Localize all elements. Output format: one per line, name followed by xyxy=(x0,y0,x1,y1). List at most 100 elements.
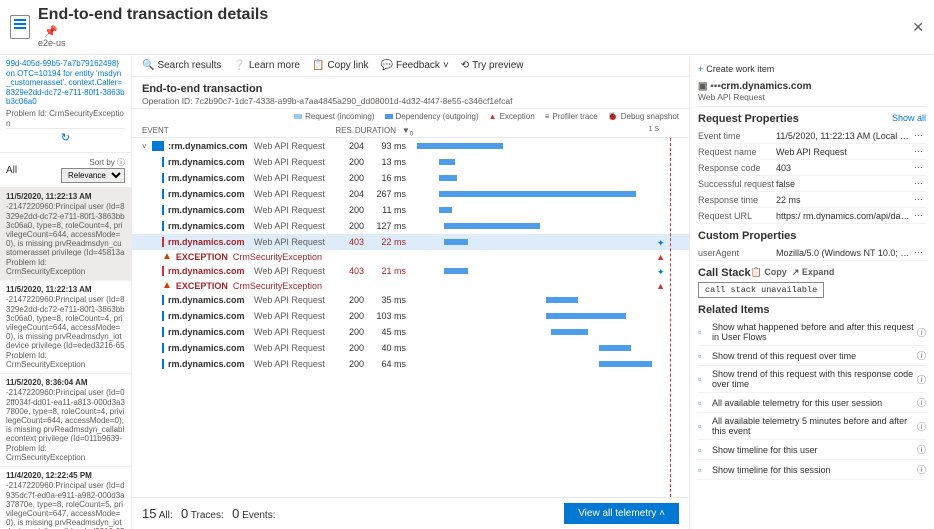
related-icon: ▫ xyxy=(698,465,712,475)
exception-row[interactable]: ▲EXCEPTIONCrmSecurityException▲ xyxy=(132,279,689,292)
dependency-icon xyxy=(162,173,164,183)
info-icon[interactable]: ⓘ xyxy=(917,463,926,476)
dependency-icon xyxy=(162,157,164,167)
gantt-row[interactable]: rm.dynamics.com Web API Request 200 35 m… xyxy=(132,292,689,308)
related-item[interactable]: ▫All available telemetry 5 minutes befor… xyxy=(698,413,926,440)
more-icon[interactable]: ⋯ xyxy=(911,178,926,189)
dependency-icon xyxy=(162,266,164,276)
callstack-heading: Call Stack xyxy=(698,267,751,279)
details-panel: +Create work item ▣ ▪▪▪crm.dynamics.com … xyxy=(690,55,934,529)
view-all-telemetry-button[interactable]: View all telemetry ˄ xyxy=(564,503,679,524)
related-icon: ▫ xyxy=(698,398,712,408)
more-icon[interactable]: ⋯ xyxy=(911,130,926,141)
problem-item[interactable]: 11/5/2020, 11:22:13 AM-2147220960:Princi… xyxy=(0,281,131,374)
property-row: Event time11/5/2020, 11:22:13 AM (Local … xyxy=(698,128,926,144)
info-icon[interactable]: ⓘ xyxy=(917,420,926,433)
gantt-row[interactable]: rm.dynamics.com Web API Request 200 103 … xyxy=(132,308,689,324)
chevron-icon[interactable]: ˅ xyxy=(142,142,152,151)
gantt-row[interactable]: rm.dynamics.com Web API Request 200 45 m… xyxy=(132,324,689,340)
info-icon[interactable]: ⓘ xyxy=(917,396,926,409)
more-icon[interactable]: ⋯ xyxy=(911,146,926,157)
col-timeline: ▼01 S xyxy=(402,126,679,135)
dependency-icon xyxy=(162,205,164,215)
related-item[interactable]: ▫Show trend of this request over timeⓘ xyxy=(698,346,926,366)
info-icon[interactable]: ⓘ xyxy=(917,326,926,339)
gantt-row[interactable]: ˅ :rm.dynamics.com Web API Request 204 9… xyxy=(132,138,689,154)
sort-select[interactable]: Relevance xyxy=(61,168,125,183)
warning-icon: ▲ xyxy=(162,280,172,291)
sidebar: 99d-405d-99b5-7a7b79162498} on OTC=10194… xyxy=(0,55,132,529)
problem-item[interactable]: 11/4/2020, 12:22:45 PM-2147220960:Princi… xyxy=(0,467,131,529)
gantt-row[interactable]: rm.dynamics.com Web API Request 403 22 m… xyxy=(132,234,689,250)
pin-icon[interactable]: 📌 xyxy=(44,26,58,38)
dependency-icon xyxy=(162,221,164,231)
feedback-button[interactable]: 💬 Feedback ˅ xyxy=(381,60,449,71)
info-icon[interactable]: ⓘ xyxy=(917,443,926,456)
try-preview-button[interactable]: ⟲ Try preview xyxy=(461,60,524,71)
legend: Request (incoming) Dependency (outgoing)… xyxy=(132,109,689,124)
related-icon: ▫ xyxy=(698,421,712,431)
dependency-icon xyxy=(162,237,164,247)
sortby-label: Sort by ⓘ xyxy=(61,157,125,168)
property-row: Response time22 ms⋯ xyxy=(698,192,926,208)
all-label: All xyxy=(6,165,17,176)
related-item[interactable]: ▫All available telemetry for this user s… xyxy=(698,393,926,413)
related-icon: ▫ xyxy=(698,327,712,337)
create-work-item-button[interactable]: +Create work item xyxy=(698,61,926,77)
gantt-row[interactable]: rm.dynamics.com Web API Request 200 64 m… xyxy=(132,356,689,372)
exception-marker-icon: ▲ xyxy=(656,252,665,262)
gantt-row[interactable]: rm.dynamics.com Web API Request 200 13 m… xyxy=(132,154,689,170)
exception-row[interactable]: ▲EXCEPTIONCrmSecurityException▲ xyxy=(132,250,689,263)
search-results-button[interactable]: 🔍 Search results xyxy=(142,60,221,71)
more-icon[interactable]: ⋯ xyxy=(911,247,926,258)
gantt-row[interactable]: rm.dynamics.com Web API Request 200 127 … xyxy=(132,218,689,234)
cs-copy-button[interactable]: 📋 Copy xyxy=(751,267,787,277)
related-item[interactable]: ▫Show what happened before and after thi… xyxy=(698,319,926,346)
problem-item[interactable]: 11/5/2020, 8:36:04 AM-2147220960:Princip… xyxy=(0,374,131,467)
doc-icon xyxy=(10,15,30,39)
gantt-row[interactable]: rm.dynamics.com Web API Request 200 40 m… xyxy=(132,340,689,356)
related-item[interactable]: ▫Show trend of this request with this re… xyxy=(698,366,926,393)
more-icon[interactable]: ⋯ xyxy=(911,162,926,173)
cs-expand-button[interactable]: ↗ Expand xyxy=(792,267,835,277)
context-sub: Web API Request xyxy=(698,92,926,102)
dependency-icon xyxy=(162,343,164,353)
property-row: Response code403⋯ xyxy=(698,160,926,176)
dependency-icon xyxy=(162,359,164,369)
dependency-icon xyxy=(162,327,164,337)
refresh-button[interactable]: ↻ xyxy=(6,128,125,148)
related-items-heading: Related Items xyxy=(698,304,770,316)
copy-link-button[interactable]: 📋 Copy link xyxy=(312,60,369,71)
property-row: Request nameWeb API Request⋯ xyxy=(698,144,926,160)
learn-more-button[interactable]: ❔ Learn more xyxy=(233,60,300,71)
gantt-row[interactable]: rm.dynamics.com Web API Request 200 16 m… xyxy=(132,170,689,186)
request-properties-heading: Request Properties xyxy=(698,113,799,125)
related-item[interactable]: ▫Show timeline for this userⓘ xyxy=(698,440,926,460)
dependency-icon xyxy=(152,141,164,151)
dependency-icon xyxy=(162,189,164,199)
close-icon[interactable]: ✕ xyxy=(912,19,924,36)
related-item[interactable]: ▫Show timeline for this sessionⓘ xyxy=(698,460,926,480)
gantt-row[interactable]: rm.dynamics.com Web API Request 204 267 … xyxy=(132,186,689,202)
show-all-link[interactable]: Show all xyxy=(892,113,926,125)
info-icon[interactable]: ⓘ xyxy=(917,373,926,386)
property-row: Successful requestfalse⋯ xyxy=(698,176,926,192)
info-icon[interactable]: ⓘ xyxy=(917,349,926,362)
guid-context: 99d-405d-99b5-7a7b79162498} on OTC=10194… xyxy=(0,55,131,153)
gantt-row[interactable]: rm.dynamics.com Web API Request 403 21 m… xyxy=(132,263,689,279)
dependency-icon xyxy=(162,295,164,305)
exception-marker-icon: ▲ xyxy=(656,281,665,291)
context-host: crm.dynamics.com xyxy=(721,81,812,92)
gantt-row[interactable]: rm.dynamics.com Web API Request 200 11 m… xyxy=(132,202,689,218)
problem-item[interactable]: 11/5/2020, 11:22:13 AM-2147220960:Princi… xyxy=(0,188,131,281)
problem-list: 11/5/2020, 11:22:13 AM-2147220960:Princi… xyxy=(0,188,131,529)
footer-counts: 15 All: 0 Traces: 0 Events: xyxy=(142,506,275,521)
dependency-icon xyxy=(162,311,164,321)
col-dur: DURATION xyxy=(354,126,396,135)
more-icon[interactable]: ⋯ xyxy=(911,194,926,205)
page-subtitle: e2e-us xyxy=(38,38,268,48)
gantt-rows: ˅ :rm.dynamics.com Web API Request 204 9… xyxy=(132,138,689,497)
related-icon: ▫ xyxy=(698,351,712,361)
more-icon[interactable]: ⋯ xyxy=(911,210,926,221)
guid-problem-id: Problem Id: CrmSecurityException xyxy=(6,109,125,128)
